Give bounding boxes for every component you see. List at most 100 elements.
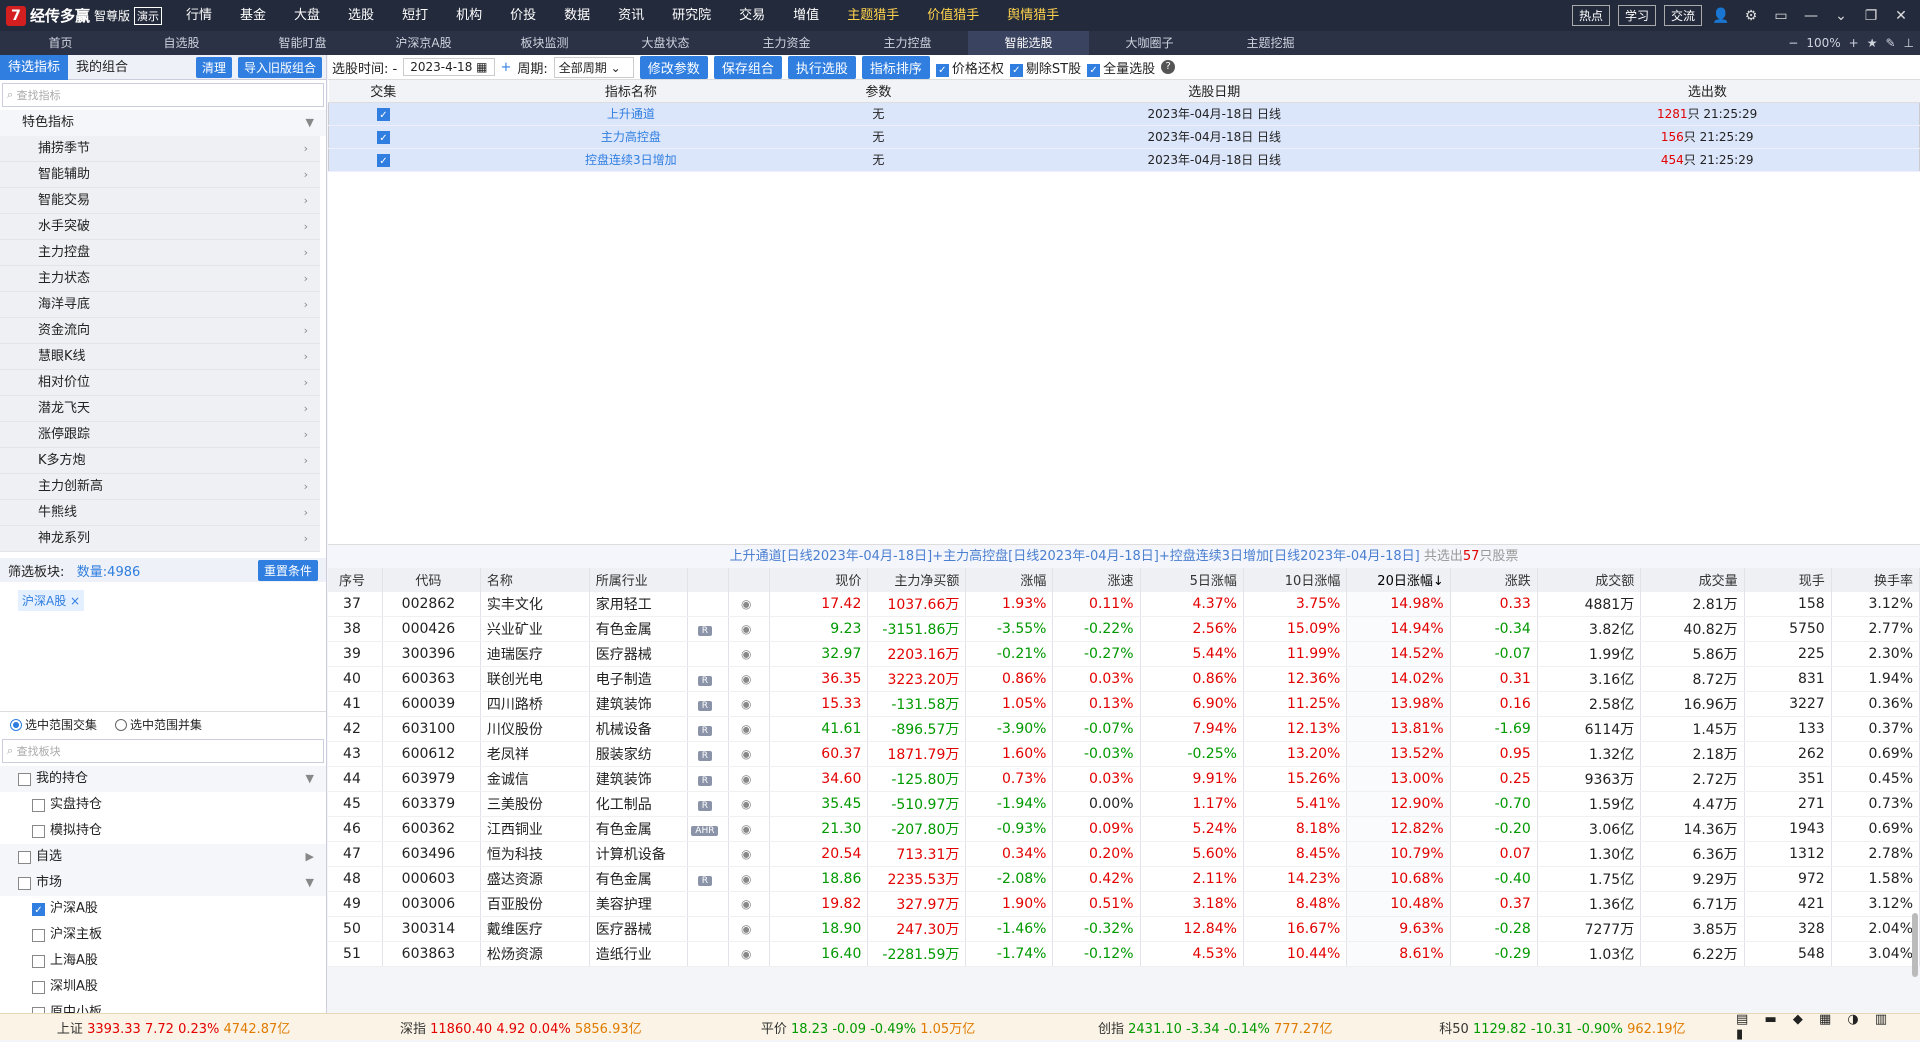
chevron-down-icon[interactable]: ⌄ [1830,8,1852,24]
condition-name[interactable]: 主力高控盘 [437,125,824,149]
index-item[interactable]: 创指 2431.10 -3.34 -0.14% 777.27亿 [1042,1018,1389,1037]
clear-button[interactable]: 清理 [195,56,232,78]
eye-icon[interactable]: ◉ [728,816,771,842]
table-row[interactable]: 37 002862 实丰文化 家用轻工 ◉ 17.42 1037.66万 1.93% 0.11%… [328,591,1920,617]
column-header[interactable]: 名称 [480,567,590,592]
reset-button[interactable]: 重置条件 [257,559,318,581]
column-header[interactable]: 主力净买额 [867,567,967,592]
tree-item[interactable]: 自选 ▶ [0,844,326,870]
checkbox[interactable] [32,824,45,838]
column-header[interactable]: 现价 [769,567,869,592]
nav-tab[interactable]: 主力控盘 [847,31,968,55]
modify-params-button[interactable]: 修改参数 [639,55,708,79]
condition-name[interactable]: 上升通道 [437,102,824,126]
condition-row[interactable]: ✓ 上升通道无 2023年-04月-18日 日线 1281只 21:25:29 [328,102,1920,126]
eye-icon[interactable]: ◉ [728,916,771,942]
column-header[interactable] [728,567,771,592]
nav-tab[interactable]: 大咖圈子 [1089,31,1210,55]
index-item[interactable]: 平价 18.23 -0.09 -0.49% 1.05万亿 [694,1018,1041,1037]
menu-item[interactable]: 基金 [226,0,280,31]
checkbox[interactable] [18,876,31,890]
indicator-item[interactable]: 慧眼K线 › [0,344,320,370]
eye-icon[interactable]: ◉ [728,841,771,867]
pin-icon[interactable]: ⊥ [1904,36,1914,50]
tree-item[interactable]: 沪深主板 [0,922,326,948]
menu-item[interactable]: 资讯 [604,0,658,31]
menu-item[interactable]: 主题猎手 [833,0,913,31]
help-icon[interactable]: ? [1161,60,1176,74]
checkbox[interactable]: ✓ [376,107,390,121]
tree-item[interactable]: ✓ 沪深A股 [0,896,326,922]
gear-icon[interactable]: ⚙ [1740,8,1762,24]
condition-name[interactable]: 控盘连续3日增加 [437,148,824,172]
indicator-item[interactable]: 海洋寻底 › [0,292,320,318]
nav-tab[interactable]: 自选股 [121,31,242,55]
eye-icon[interactable]: ◉ [728,716,771,742]
indicator-item[interactable]: 智能辅助 › [0,162,320,188]
eye-icon[interactable]: ◉ [728,591,771,617]
eye-icon[interactable]: ◉ [728,866,771,892]
table-row[interactable]: 38 000426 兴业矿业 有色金属 R ◉ 9.23 -3151.86万 -3.55% -0.… [328,616,1920,642]
hot-button[interactable]: 热点 [1571,5,1610,26]
table-row[interactable]: 51 603863 松炀资源 造纸行业 ◉ 16.40 -2281.59万 -1.74% -0.… [328,941,1920,967]
table-row[interactable]: 40 600363 联创光电 电子制造 R ◉ 36.35 3223.20万 0.86% 0.03… [328,666,1920,692]
table-row[interactable]: 48 000603 盛达资源 有色金属 R ◉ 18.86 2235.53万 -2.08% 0.4… [328,866,1920,892]
board-chip[interactable]: 沪深A股 × [18,590,85,611]
indicator-item[interactable]: 主力状态 › [0,266,320,292]
nav-tab[interactable]: 板块监测 [484,31,605,55]
table-row[interactable]: 42 603100 川仪股份 机械设备 R ◉ 41.61 -896.57万 -3.90% -0.… [328,716,1920,742]
tree-item[interactable]: 市场 ▼ [0,870,326,896]
index-item[interactable]: 科50 1129.82 -10.31 -0.90% 962.19亿 [1389,1018,1736,1037]
checkbox[interactable] [32,798,45,812]
nav-tab[interactable]: 智能选股 [968,31,1089,55]
checkbox[interactable]: ✓ [32,902,45,916]
date-picker[interactable]: 2023-4-18 ▦ [403,58,495,76]
nav-tab[interactable]: 主力资金 [726,31,847,55]
nav-tab[interactable]: 主题挖掘 [1210,31,1331,55]
column-header[interactable]: 涨速 [1052,567,1141,592]
indicator-item[interactable]: K多方炮 › [0,448,320,474]
tree-item[interactable]: 上海A股 [0,948,326,974]
column-header[interactable]: 20日涨幅↓ [1346,567,1451,592]
star-icon[interactable]: ★ [1867,36,1878,50]
indicator-search[interactable]: ⌕ 查找指标 [2,83,324,107]
layout-icon[interactable]: ▭ [1770,8,1792,24]
user-icon[interactable]: 👤 [1710,8,1732,24]
table-row[interactable]: 46 600362 江西铜业 有色金属 AHR ◉ 21.30 -207.80万 -0.93% 0… [328,816,1920,842]
table-row[interactable]: 47 603496 恒为科技 计算机设备 ◉ 20.54 713.31万 0.34% 0.20%… [328,841,1920,867]
group-header[interactable]: 特色指标 ▼ [0,110,326,136]
menu-item[interactable]: 价投 [496,0,550,31]
menu-item[interactable]: 研究院 [658,0,725,31]
tree-item[interactable]: 深圳A股 [0,974,326,1000]
table-row[interactable]: 45 603379 三美股份 化工制品 R ◉ 35.45 -510.97万 -1.94% 0.0… [328,791,1920,817]
tree-item[interactable]: 模拟持仓 [0,818,326,844]
indicator-item[interactable]: 牛熊线 › [0,500,320,526]
index-item[interactable]: 上证 3393.33 7.72 0.23% 4742.87亿 [0,1018,347,1037]
exclude-st-checkbox[interactable]: ✓ 剔除ST股 [1009,58,1081,77]
menu-item[interactable]: 大盘 [280,0,334,31]
nav-tab[interactable]: 智能盯盘 [242,31,363,55]
indicator-item[interactable]: 资金流向 › [0,318,320,344]
exchange-button[interactable]: 交流 [1663,5,1702,26]
nav-tab[interactable]: 首页 [0,31,121,55]
checkbox[interactable]: ✓ [376,130,390,144]
eye-icon[interactable]: ◉ [728,791,771,817]
tree-item[interactable]: 实盘持仓 [0,792,326,818]
column-header[interactable]: 序号 [328,567,383,592]
table-scrollbar[interactable] [1912,913,1918,977]
column-header[interactable]: 10日涨幅 [1243,567,1348,592]
close-icon[interactable]: × [70,594,80,608]
full-select-checkbox[interactable]: ✓ 全量选股 [1087,58,1155,77]
menu-item[interactable]: 选股 [334,0,388,31]
column-header[interactable]: 成交额 [1537,567,1642,592]
eye-icon[interactable]: ◉ [728,616,771,642]
run-select-button[interactable]: 执行选股 [787,55,856,79]
column-header[interactable]: 代码 [382,567,481,592]
period-select[interactable]: 全部周期 ⌄ [553,56,634,78]
column-header[interactable]: 涨跌 [1450,567,1538,592]
eye-icon[interactable]: ◉ [728,766,771,792]
tab-my-combos[interactable]: 我的组合 [68,55,136,80]
indicator-item[interactable]: 智能交易 › [0,188,320,214]
column-header[interactable]: 成交量 [1640,567,1745,592]
menu-item[interactable]: 价值猎手 [913,0,993,31]
